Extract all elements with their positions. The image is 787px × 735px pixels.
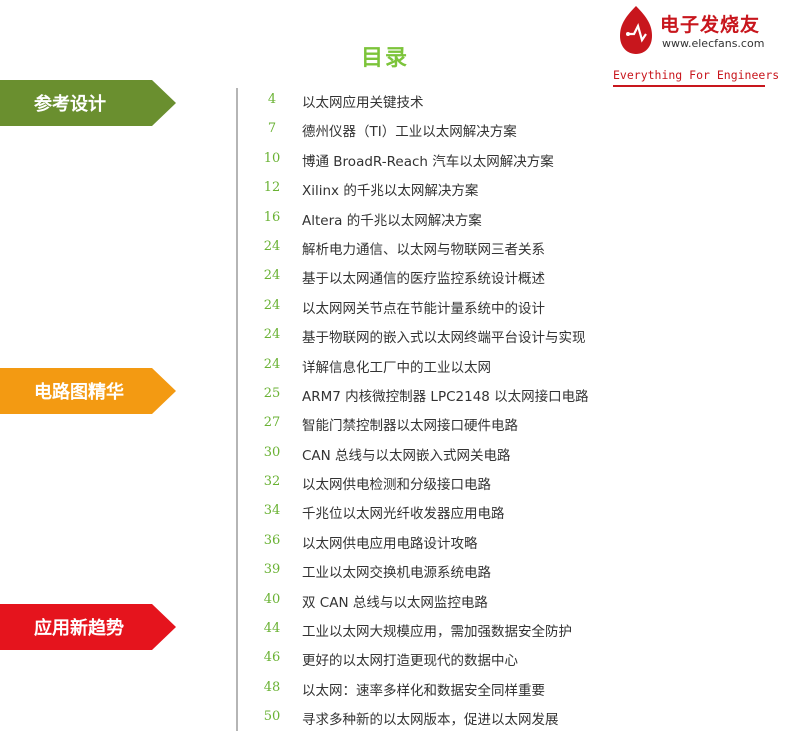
toc-entry[interactable]: 30 CAN 总线与以太网嵌入式网关电路 xyxy=(252,441,772,470)
toc-page-number: 30 xyxy=(263,444,281,460)
toc-page-number: 24 xyxy=(263,268,281,284)
toc-entry-title: 千兆位以太网光纤收发器应用电路 xyxy=(302,506,505,523)
toc-page-number: 4 xyxy=(267,92,277,107)
toc-entry-title: 博通 BroadR-Reach 汽车以太网解决方案 xyxy=(302,153,554,170)
toc-entry[interactable]: 24 详解信息化工厂中的工业以太网 xyxy=(252,353,772,382)
toc-entry[interactable]: 44 工业以太网大规模应用，需加强数据安全防护 xyxy=(252,617,772,646)
toc-page-number: 36 xyxy=(263,532,281,548)
toc-entry-title: Altera 的千兆以太网解决方案 xyxy=(302,212,482,229)
toc-entry-title: 以太网应用关键技术 xyxy=(302,95,424,111)
toc-page-number: 10 xyxy=(263,150,281,166)
toc-entry-title: 以太网供电检测和分级接口电路 xyxy=(302,477,491,494)
toc-entry-title: 双 CAN 总线与以太网监控电路 xyxy=(302,594,488,611)
toc-page-number: 27 xyxy=(263,415,281,431)
toc-entry-title: 寻求多种新的以太网版本，促进以太网发展 xyxy=(302,712,559,729)
toc-entry[interactable]: 36 以太网供电应用电路设计攻略 xyxy=(252,529,772,558)
logo-url: www.elecfans.com xyxy=(662,37,765,50)
toc-entry[interactable]: 24 基于以太网通信的医疗监控系统设计概述 xyxy=(252,264,772,293)
toc-entry-title: 详解信息化工厂中的工业以太网 xyxy=(302,359,491,376)
toc-entry[interactable]: 40 双 CAN 总线与以太网监控电路 xyxy=(252,588,772,617)
toc-entry-title: 工业以太网交换机电源系统电路 xyxy=(302,565,491,582)
toc-entry-title: 基于以太网通信的医疗监控系统设计概述 xyxy=(302,271,545,288)
toc-entry[interactable]: 32 以太网供电检测和分级接口电路 xyxy=(252,470,772,499)
table-of-contents: 4 以太网应用关键技术 7 德州仪器（TI）工业以太网解决方案 10 博通 BroadR-… xyxy=(252,88,772,735)
toc-entry-title: ARM7 内核微控制器 LPC2148 以太网接口电路 xyxy=(302,388,589,405)
toc-page-number: 46 xyxy=(263,650,281,666)
toc-entry-title: 以太网：速率多样化和数据安全同样重要 xyxy=(302,682,545,699)
toc-entry[interactable]: 27 智能门禁控制器以太网接口硬件电路 xyxy=(252,411,772,440)
logo-tagline: Everything For Engineers xyxy=(613,68,780,82)
toc-page-number: 24 xyxy=(263,297,281,313)
toc-entry-title: 以太网供电应用电路设计攻略 xyxy=(302,535,478,552)
toc-page-number: 32 xyxy=(263,474,281,490)
toc-entry-title: 基于物联网的嵌入式以太网终端平台设计与实现 xyxy=(302,330,586,347)
toc-entry[interactable]: 24 解析电力通信、以太网与物联网三者关系 xyxy=(252,235,772,264)
toc-page-number: 39 xyxy=(263,562,281,578)
section-label: 参考设计 xyxy=(34,94,106,115)
toc-entry[interactable]: 48 以太网：速率多样化和数据安全同样重要 xyxy=(252,676,772,705)
logo-name: 电子发烧友 xyxy=(660,14,761,36)
toc-page-number: 12 xyxy=(263,180,281,196)
toc-entry-title: 以太网网关节点在节能计量系统中的设计 xyxy=(302,300,545,317)
section-reference-design: 参考设计 xyxy=(0,80,176,126)
toc-page-number: 24 xyxy=(263,356,281,372)
toc-entry-title: 更好的以太网打造更现代的数据中心 xyxy=(302,653,518,670)
toc-entry[interactable]: 39 工业以太网交换机电源系统电路 xyxy=(252,558,772,587)
toc-entry[interactable]: 16 Altera 的千兆以太网解决方案 xyxy=(252,206,772,235)
toc-page-number: 16 xyxy=(263,209,281,225)
toc-entry-title: CAN 总线与以太网嵌入式网关电路 xyxy=(302,447,511,464)
vertical-divider xyxy=(236,88,238,731)
toc-page-number: 50 xyxy=(263,709,281,725)
section-application-trends: 应用新趋势 xyxy=(0,604,176,650)
toc-entry-title: 智能门禁控制器以太网接口硬件电路 xyxy=(302,418,518,435)
section-label: 电路图精华 xyxy=(34,382,124,403)
toc-entry[interactable]: 34 千兆位以太网光纤收发器应用电路 xyxy=(252,499,772,528)
toc-entry[interactable]: 4 以太网应用关键技术 xyxy=(252,88,772,117)
toc-entry[interactable]: 46 更好的以太网打造更现代的数据中心 xyxy=(252,646,772,675)
toc-entry-title: 工业以太网大规模应用，需加强数据安全防护 xyxy=(302,624,572,641)
logo-underline xyxy=(613,85,765,87)
section-label: 应用新趋势 xyxy=(34,618,124,639)
toc-entry-title: 德州仪器（TI）工业以太网解决方案 xyxy=(302,124,517,141)
toc-entry[interactable]: 7 德州仪器（TI）工业以太网解决方案 xyxy=(252,117,772,146)
toc-entry[interactable]: 50 寻求多种新的以太网版本，促进以太网发展 xyxy=(252,705,772,734)
logo-mark-icon xyxy=(620,6,652,54)
toc-page-number: 44 xyxy=(263,621,281,637)
page-title: 目录 xyxy=(360,46,409,71)
section-circuit-highlights: 电路图精华 xyxy=(0,368,176,414)
toc-page-number: 48 xyxy=(263,679,281,695)
toc-entry[interactable]: 24 以太网网关节点在节能计量系统中的设计 xyxy=(252,294,772,323)
toc-entry[interactable]: 12 Xilinx 的千兆以太网解决方案 xyxy=(252,176,772,205)
toc-entry[interactable]: 25 ARM7 内核微控制器 LPC2148 以太网接口电路 xyxy=(252,382,772,411)
toc-page-number: 25 xyxy=(263,385,281,401)
toc-page-number: 24 xyxy=(263,238,281,254)
toc-page-number: 40 xyxy=(263,591,281,607)
toc-entry-title: 解析电力通信、以太网与物联网三者关系 xyxy=(302,241,545,258)
toc-entry-title: Xilinx 的千兆以太网解决方案 xyxy=(302,183,479,200)
toc-entry[interactable]: 24 基于物联网的嵌入式以太网终端平台设计与实现 xyxy=(252,323,772,352)
elecfans-logo[interactable]: 电子发烧友 www.elecfans.com Everything For En… xyxy=(610,0,787,90)
toc-entry[interactable]: 10 博通 BroadR-Reach 汽车以太网解决方案 xyxy=(252,147,772,176)
toc-page-number: 34 xyxy=(263,503,281,519)
toc-page-number: 24 xyxy=(263,327,281,343)
toc-page-number: 7 xyxy=(267,121,277,137)
